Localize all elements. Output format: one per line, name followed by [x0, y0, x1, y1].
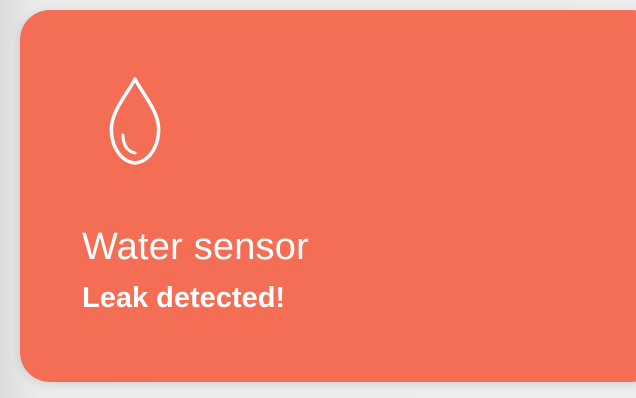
sensor-status: Leak detected! [82, 282, 286, 314]
sensor-title: Water sensor [82, 226, 309, 268]
water-drop-icon [95, 73, 175, 173]
water-sensor-card[interactable]: Water sensor Leak detected! [20, 10, 636, 382]
